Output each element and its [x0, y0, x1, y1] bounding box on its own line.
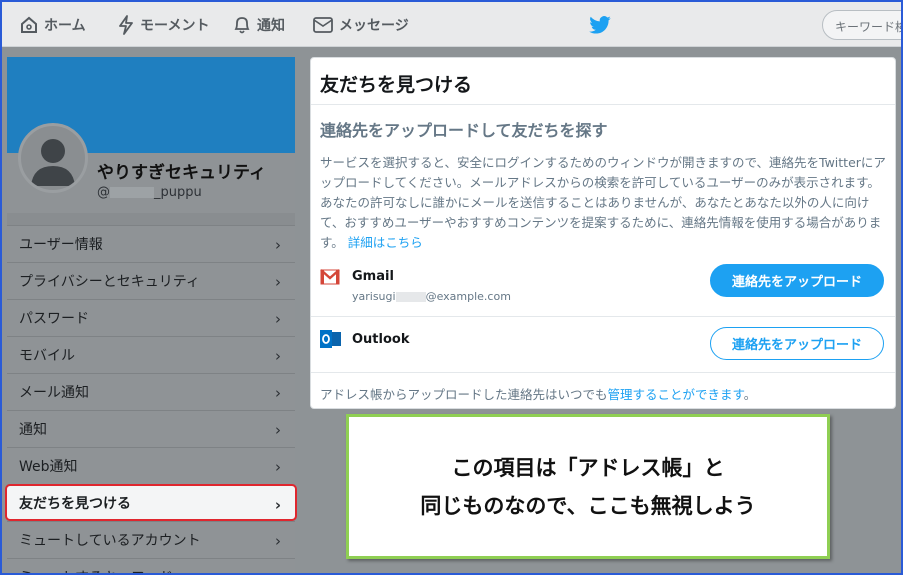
nav-moments[interactable]: モーメント: [118, 2, 209, 47]
footer-note: アドレス帳からアップロードした連絡先はいつでも管理することができます。: [320, 384, 756, 403]
outlook-label: Outlook: [352, 332, 410, 347]
profile-handle: @ _puppu: [97, 185, 202, 200]
lightning-icon: [119, 14, 133, 35]
menu-item-label: ユーザー情報: [19, 237, 103, 253]
chevron-right-icon: ›: [275, 421, 281, 439]
gmail-upload-button[interactable]: 連絡先をアップロード: [710, 264, 884, 297]
chevron-right-icon: ›: [275, 347, 281, 365]
gmail-email-suffix: @example.com: [425, 290, 511, 303]
nav-notifications[interactable]: 通知: [233, 2, 285, 47]
manage-contacts-link[interactable]: 管理することができます: [608, 387, 744, 402]
page-title: 友だちを見つける: [320, 74, 473, 96]
settings-sidebar: やりすぎセキュリティ @ _puppu ユーザー情報 › プライバシーとセキュリティ…: [5, 57, 297, 575]
menu-item-muted-accounts[interactable]: ミュートしているアカウント ›: [7, 521, 295, 558]
footer-text: アドレス帳からアップロードした連絡先はいつでも: [320, 387, 608, 402]
chevron-right-icon: ›: [275, 273, 281, 291]
menu-item-find-friends[interactable]: 友だちを見つける ›: [5, 484, 297, 521]
menu-item-label: 通知: [19, 422, 47, 438]
nav-messages[interactable]: メッセージ: [313, 2, 409, 47]
section-title: 連絡先をアップロードして友だちを探す: [320, 121, 608, 140]
menu-item-label: 友だちを見つける: [19, 495, 131, 512]
divider: [311, 104, 895, 105]
gmail-label: Gmail: [352, 269, 394, 284]
menu-item-account[interactable]: ユーザー情報 ›: [7, 225, 295, 262]
handle-suffix: _puppu: [154, 185, 202, 200]
menu-item-label: モバイル: [19, 348, 75, 364]
profile-name[interactable]: やりすぎセキュリティ: [97, 158, 266, 183]
nav-moments-label: モーメント: [140, 17, 210, 34]
gmail-email-prefix: yarisugi: [352, 290, 396, 303]
outlook-upload-button[interactable]: 連絡先をアップロード: [710, 327, 884, 360]
home-icon: [21, 16, 37, 33]
handle-prefix: @: [97, 185, 110, 200]
nav-notifications-label: 通知: [257, 17, 285, 34]
description: サービスを選択すると、安全にログインするためのウィンドウが開きますので、連絡先を…: [320, 153, 890, 253]
avatar[interactable]: [18, 123, 88, 193]
handle-redaction: [110, 187, 154, 198]
menu-item-mobile[interactable]: モバイル ›: [7, 336, 295, 373]
twitter-bird-icon[interactable]: [589, 16, 611, 34]
nav-messages-label: メッセージ: [339, 17, 409, 34]
settings-menu: ユーザー情報 › プライバシーとセキュリティ › パスワード › モバイル › メール通…: [5, 225, 297, 575]
chevron-right-icon: ›: [275, 532, 281, 550]
menu-item-label: メール通知: [19, 385, 89, 401]
menu-item-privacy[interactable]: プライバシーとセキュリティ ›: [7, 262, 295, 299]
chevron-right-icon: ›: [275, 569, 281, 575]
menu-item-password[interactable]: パスワード ›: [7, 299, 295, 336]
gmail-icon: [320, 269, 340, 285]
footer-end: 。: [743, 387, 757, 402]
menu-item-label: プライバシーとセキュリティ: [19, 274, 200, 290]
gmail-email: yarisugi @example.com: [352, 290, 511, 303]
menu-item-label: ミュートしているアカウント: [19, 533, 201, 549]
menu-item-email-notifications[interactable]: メール通知 ›: [7, 373, 295, 410]
bell-icon: [234, 16, 250, 33]
default-avatar-icon: [31, 139, 75, 186]
menu-item-label: パスワード: [19, 311, 89, 327]
outlook-icon: [320, 330, 341, 348]
details-link[interactable]: 詳細はこちら: [348, 235, 423, 250]
annotation-callout: この項目は「アドレス帳」と 同じものなので、ここも無視しよう: [346, 414, 830, 559]
chevron-right-icon: ›: [275, 458, 281, 476]
chevron-right-icon: ›: [274, 496, 281, 514]
divider: [311, 372, 895, 373]
find-friends-panel: 友だちを見つける 連絡先をアップロードして友だちを探す サービスを選択すると、安…: [310, 57, 896, 409]
email-redaction: [395, 292, 426, 302]
menu-item-web-notifications[interactable]: Web通知 ›: [7, 447, 295, 484]
chevron-right-icon: ›: [275, 384, 281, 402]
top-navigation-bar: ホーム モーメント 通知 メッセージ キーワード検: [2, 2, 903, 47]
menu-item-muted-words[interactable]: ミュートするキーワード ›: [7, 558, 295, 575]
envelope-icon: [313, 16, 333, 33]
callout-line-1: この項目は「アドレス帳」と: [451, 455, 725, 480]
chevron-right-icon: ›: [275, 236, 281, 254]
nav-home[interactable]: ホーム: [20, 2, 86, 47]
divider: [311, 316, 895, 317]
callout-line-2: 同じものなので、ここも無視しよう: [420, 493, 756, 518]
menu-item-notifications[interactable]: 通知 ›: [7, 410, 295, 447]
menu-item-label: Web通知: [19, 459, 78, 475]
menu-item-label: ミュートするキーワード: [19, 567, 173, 575]
nav-home-label: ホーム: [44, 17, 86, 34]
search-input[interactable]: キーワード検: [822, 10, 903, 40]
chevron-right-icon: ›: [275, 310, 281, 328]
